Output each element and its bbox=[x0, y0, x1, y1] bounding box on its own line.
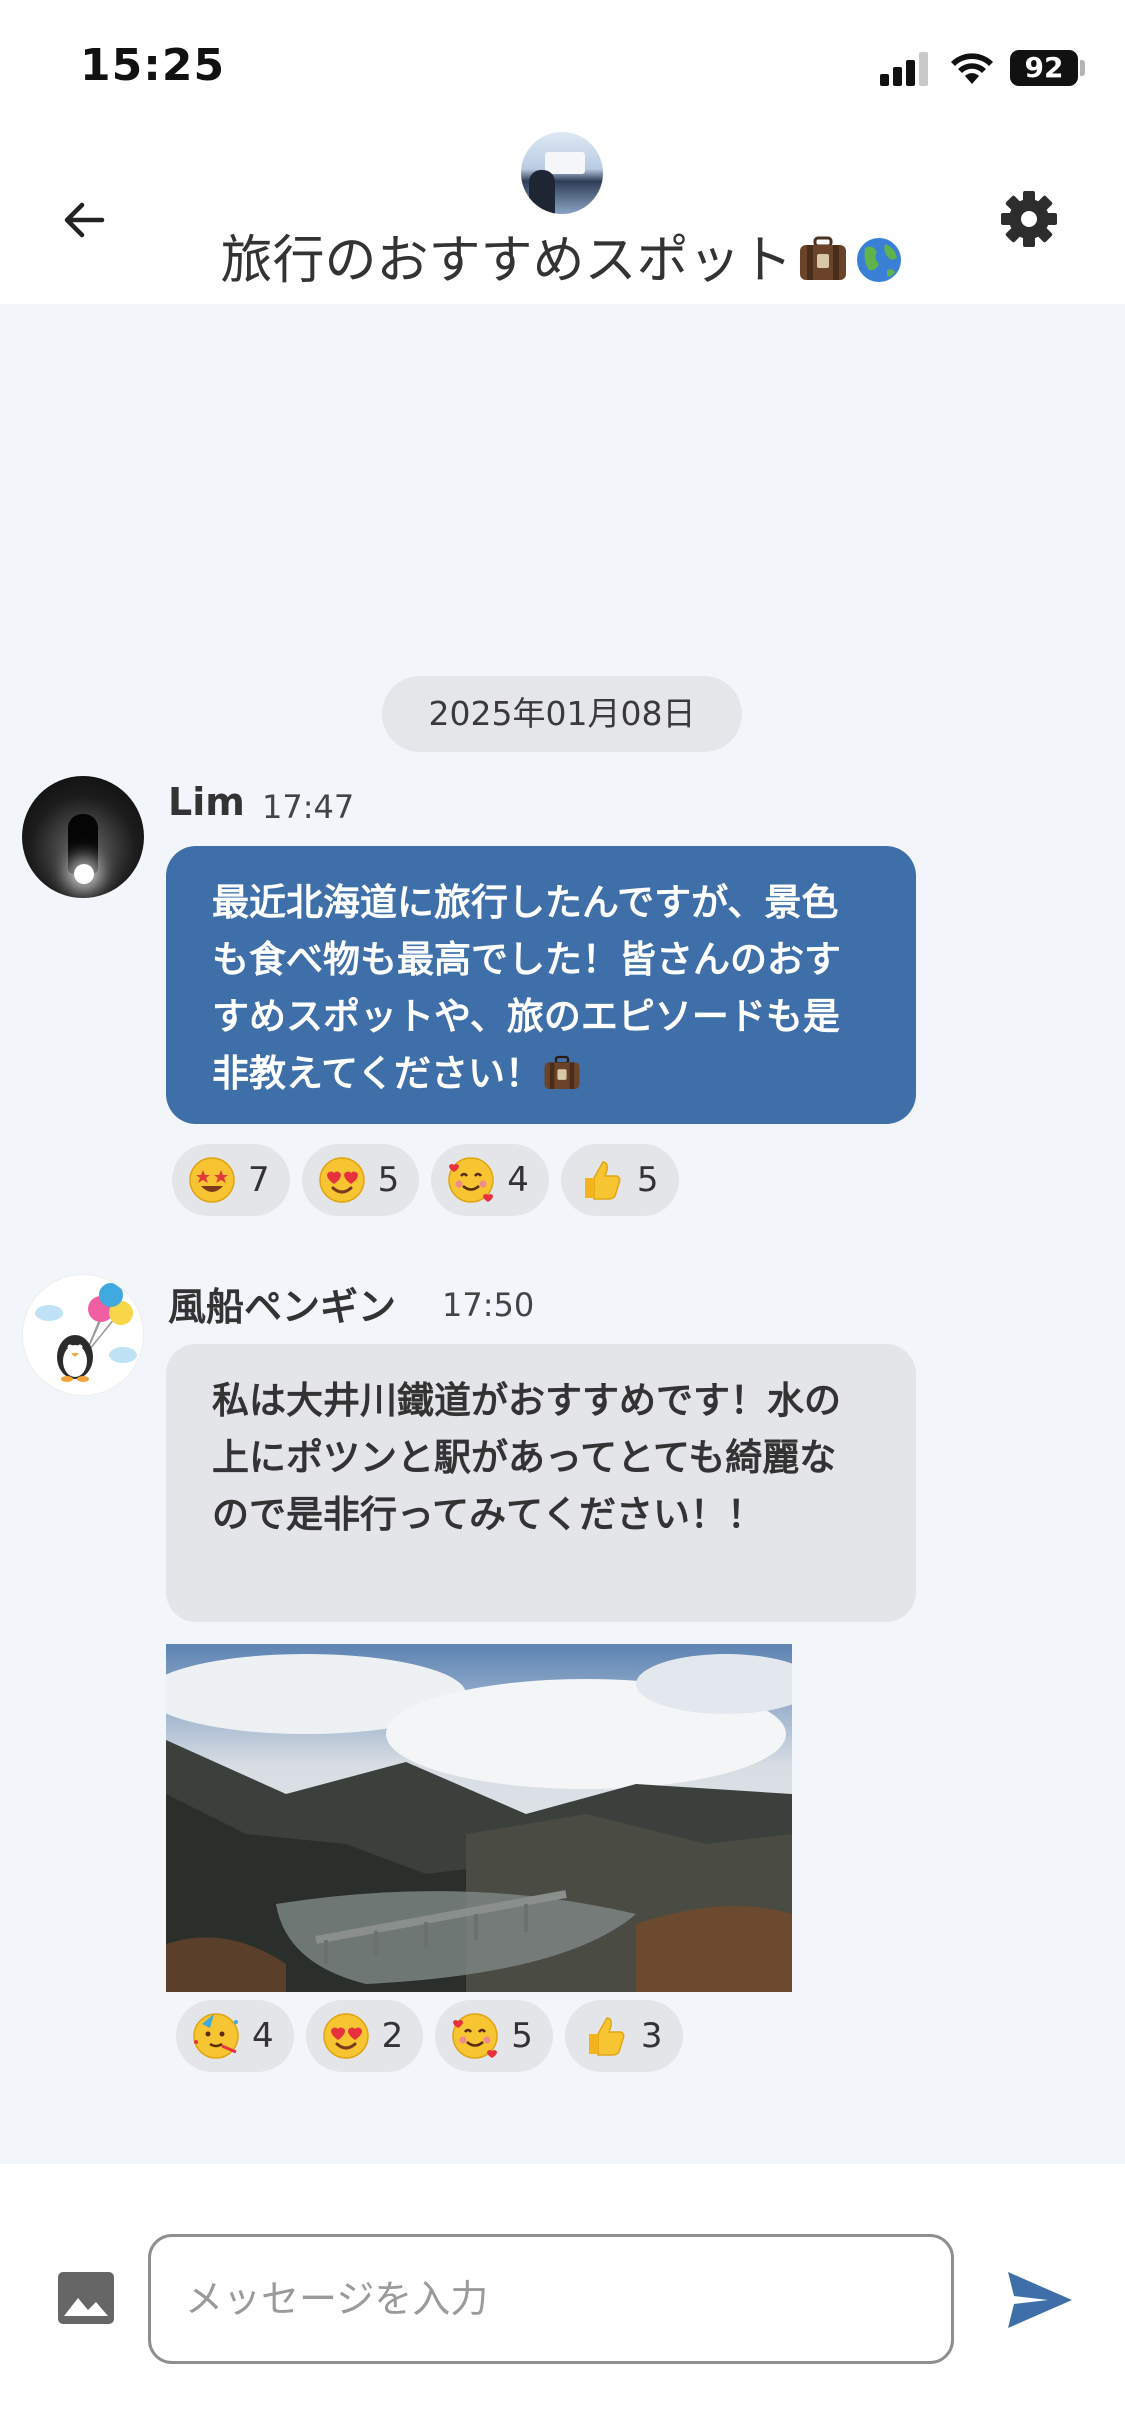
send-icon[interactable] bbox=[1004, 2268, 1076, 2332]
sender-name: 風船ペンギン bbox=[168, 1285, 397, 1329]
message-list[interactable]: 2025年01月08日 Lim 17:47 最近北海道に旅行したんですが、景色も… bbox=[0, 304, 1125, 2164]
reaction-chip[interactable]: 2 bbox=[305, 2000, 424, 2072]
gear-icon[interactable] bbox=[998, 188, 1060, 250]
message-time: 17:47 bbox=[262, 788, 355, 826]
reaction-count: 5 bbox=[377, 1160, 400, 1200]
reaction-chip[interactable]: 5 bbox=[435, 2000, 553, 2072]
star-struck-emoji-icon bbox=[189, 1157, 235, 1203]
heart-eyes-emoji-icon bbox=[322, 2013, 369, 2059]
reaction-count: 7 bbox=[248, 1160, 270, 1200]
heart-eyes-emoji-icon bbox=[318, 1157, 365, 1203]
luggage-icon bbox=[544, 1055, 580, 1089]
battery-level: 92 bbox=[1010, 50, 1078, 86]
globe-icon bbox=[856, 238, 901, 282]
message-input[interactable] bbox=[148, 2234, 954, 2364]
message-time: 17:50 bbox=[442, 1286, 535, 1324]
smiling-face-with-hearts-emoji-icon bbox=[448, 1157, 495, 1203]
cellular-signal-icon bbox=[880, 52, 932, 86]
message-bubble[interactable]: 最近北海道に旅行したんですが、景色も食べ物も最高でした！皆さんのおすすめスポット… bbox=[166, 846, 916, 1124]
room-title: 旅行のおすすめスポット bbox=[0, 218, 1125, 293]
balloon-penguin-avatar-icon bbox=[35, 1283, 137, 1382]
image-icon[interactable] bbox=[56, 2270, 116, 2326]
message-bubble[interactable]: 私は大井川鐵道がおすすめです！水の上にポツンと駅があってとても綺麗なので是非行っ… bbox=[166, 1344, 916, 1622]
reaction-bar: 7 5 4 5 bbox=[172, 1144, 679, 1216]
reaction-count: 5 bbox=[511, 2016, 533, 2056]
battery-tip bbox=[1080, 60, 1085, 76]
date-separator: 2025年01月08日 bbox=[382, 676, 742, 752]
thumbs-up-emoji-icon bbox=[588, 2017, 625, 2056]
avatar[interactable] bbox=[22, 1274, 144, 1396]
composer-bar bbox=[0, 2164, 1125, 2436]
reaction-count: 4 bbox=[252, 2016, 274, 2056]
reaction-count: 5 bbox=[636, 1160, 659, 1200]
message-text: 私は大井川鐵道がおすすめです！水の上にポツンと駅があってとても綺麗なので是非行っ… bbox=[212, 1379, 841, 1536]
room-avatar[interactable] bbox=[521, 132, 603, 214]
room-title-text: 旅行のおすすめスポット bbox=[220, 231, 793, 291]
reaction-chip[interactable]: 5 bbox=[301, 1144, 420, 1216]
wifi-icon bbox=[951, 53, 993, 84]
reaction-chip[interactable]: 4 bbox=[431, 1144, 549, 1216]
reaction-chip[interactable]: 4 bbox=[176, 2000, 294, 2072]
reaction-chip[interactable]: 5 bbox=[560, 1144, 679, 1216]
reaction-chip[interactable]: 3 bbox=[564, 2000, 683, 2072]
thumbs-up-emoji-icon bbox=[584, 1161, 621, 1200]
mountain-lake-bridge-photo bbox=[166, 1644, 792, 1992]
reaction-count: 3 bbox=[640, 2016, 663, 2056]
luggage-icon bbox=[799, 236, 846, 280]
reaction-chip[interactable]: 7 bbox=[172, 1144, 290, 1216]
reaction-bar: 4 2 5 3 bbox=[176, 2000, 683, 2072]
smiling-face-with-hearts-emoji-icon bbox=[452, 2013, 499, 2059]
chat-header: 旅行のおすすめスポット bbox=[0, 130, 1125, 304]
message-photo[interactable] bbox=[166, 1644, 792, 1992]
reaction-count: 2 bbox=[381, 2016, 404, 2056]
status-time: 15:25 bbox=[80, 40, 226, 91]
sender-name: Lim bbox=[168, 780, 245, 824]
avatar[interactable] bbox=[22, 776, 144, 898]
status-bar: 15:25 92 bbox=[0, 0, 1125, 130]
reaction-count: 4 bbox=[507, 1160, 529, 1200]
message-text: 最近北海道に旅行したんですが、景色も食べ物も最高でした！皆さんのおすすめスポット… bbox=[212, 881, 841, 1095]
partying-face-emoji-icon bbox=[193, 2013, 239, 2059]
